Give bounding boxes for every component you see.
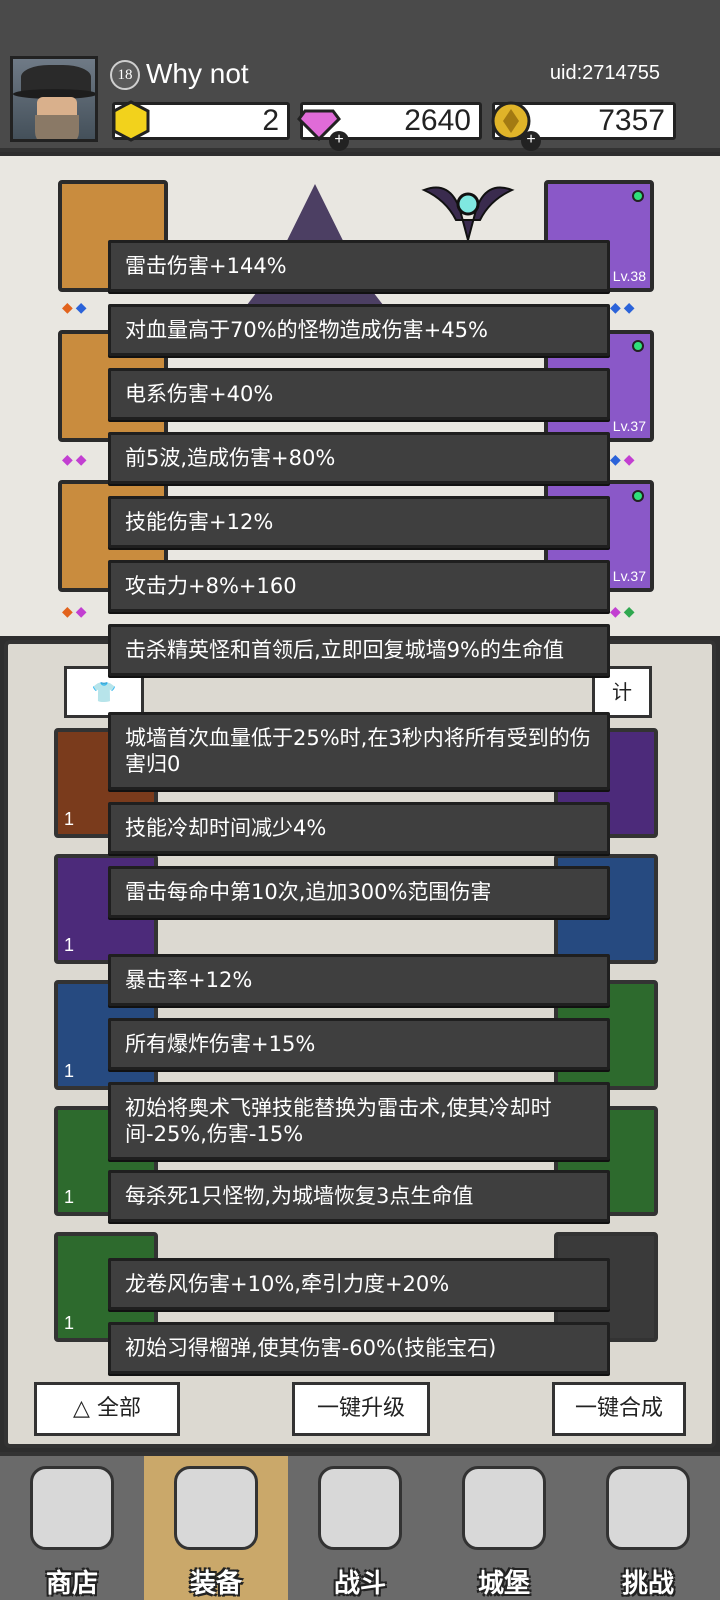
socket-gems-right-1: ◆◆ (610, 300, 638, 316)
stats-label: 计 (612, 680, 632, 704)
filter-all-button[interactable]: △ 全部 (34, 1382, 180, 1436)
nav-challenge-label: 挑战 (621, 1569, 674, 1599)
slot-level: Lv.37 (612, 568, 646, 584)
shield-icon (606, 1466, 690, 1550)
skill-tooltip: 击杀精英怪和首领后,立即回复城墙9%的生命值 (108, 624, 610, 676)
add-coins-button[interactable]: + (521, 131, 541, 151)
combine-all-label: 一键合成 (574, 1396, 663, 1421)
gold-bar-icon (112, 100, 150, 142)
combine-all-button[interactable]: 一键合成 (552, 1382, 686, 1436)
skill-tooltip: 初始习得榴弹,使其伤害-60%(技能宝石) (108, 1322, 610, 1374)
backpack-icon (174, 1466, 258, 1550)
skill-tooltip: 雷击伤害+144% (108, 240, 610, 292)
player-uid: uid:2714755 (549, 62, 660, 84)
gold-bar-amount: 2 (262, 104, 279, 137)
slot-level: Lv.37 (612, 418, 646, 434)
crossed-swords-icon (318, 1466, 402, 1550)
skill-tooltip: 前5波,造成伤害+80% (108, 432, 610, 484)
skill-tooltip: 雷击每命中第10次,追加300%范围伤害 (108, 866, 610, 918)
gold-bar-counter: 2 (112, 100, 290, 142)
socket-gems-left-3: ◆◆ (62, 604, 90, 620)
nav-shop[interactable]: 商店 (0, 1456, 144, 1600)
castle-icon (462, 1466, 546, 1550)
player-level-badge: 18 (110, 60, 140, 90)
socket-gems-right-3: ◆◆ (610, 604, 638, 620)
skill-tooltip: 初始将奥术飞弹技能替换为雷击术,使其冷却时间-25%,伤害-15% (108, 1082, 610, 1160)
gem-counter: + 2640 (297, 102, 482, 151)
nav-shop-label: 商店 (45, 1569, 98, 1599)
staff-emblem-icon (421, 186, 515, 240)
nav-equipment[interactable]: 装备 (144, 1456, 288, 1600)
player-name: Why not (146, 58, 249, 89)
skill-tooltip: 攻击力+8%+160 (108, 560, 610, 612)
up-arrow-icon: △ (73, 1396, 90, 1421)
top-bar: 18 Why not uid:2714755 2 + 2640 + 7357 (0, 0, 720, 152)
skill-tooltip: 暴击率+12% (108, 954, 610, 1006)
skill-tooltip: 城墙首次血量低于25%时,在3秒内将所有受到的伤害归0 (108, 712, 610, 790)
skill-tooltip: 技能冷却时间减少4% (108, 802, 610, 854)
nav-battle-label: 战斗 (333, 1569, 386, 1599)
shop-icon (30, 1466, 114, 1550)
skill-tooltip: 每杀死1只怪物,为城墙恢复3点生命值 (108, 1170, 610, 1222)
filter-all-label: 全部 (96, 1396, 141, 1421)
socket-gems-right-2: ◆◆ (610, 452, 638, 468)
bottom-nav: 商店 装备 战斗 城堡 挑战 (0, 1452, 720, 1600)
skill-tooltip: 技能伤害+12% (108, 496, 610, 548)
upgrade-all-button[interactable]: 一键升级 (292, 1382, 430, 1436)
socket-gems-left-2: ◆◆ (62, 452, 90, 468)
upgrade-all-label: 一键升级 (316, 1396, 405, 1421)
skill-tooltip: 所有爆炸伤害+15% (108, 1018, 610, 1070)
nav-castle[interactable]: 城堡 (432, 1456, 576, 1600)
nav-castle-label: 城堡 (477, 1569, 530, 1599)
gem-amount: 2640 (404, 104, 471, 137)
skill-tooltip: 对血量高于70%的怪物造成伤害+45% (108, 304, 610, 356)
skill-tooltip: 电系伤害+40% (108, 368, 610, 420)
nav-battle[interactable]: 战斗 (288, 1456, 432, 1600)
nav-equipment-label: 装备 (189, 1569, 242, 1599)
coin-counter: + 7357 (491, 101, 676, 151)
nav-challenge[interactable]: 挑战 (576, 1456, 720, 1600)
new-indicator (632, 340, 644, 352)
new-indicator (632, 490, 644, 502)
slot-level: Lv.38 (612, 268, 646, 284)
new-indicator (632, 190, 644, 202)
skill-tooltip: 龙卷风伤害+10%,牵引力度+20% (108, 1258, 610, 1310)
add-gems-button[interactable]: + (329, 131, 349, 151)
socket-gems-left-1: ◆◆ (62, 300, 90, 316)
coin-amount: 7357 (598, 104, 665, 137)
player-avatar[interactable] (10, 56, 98, 142)
shirt-icon: 👕 (91, 680, 117, 704)
